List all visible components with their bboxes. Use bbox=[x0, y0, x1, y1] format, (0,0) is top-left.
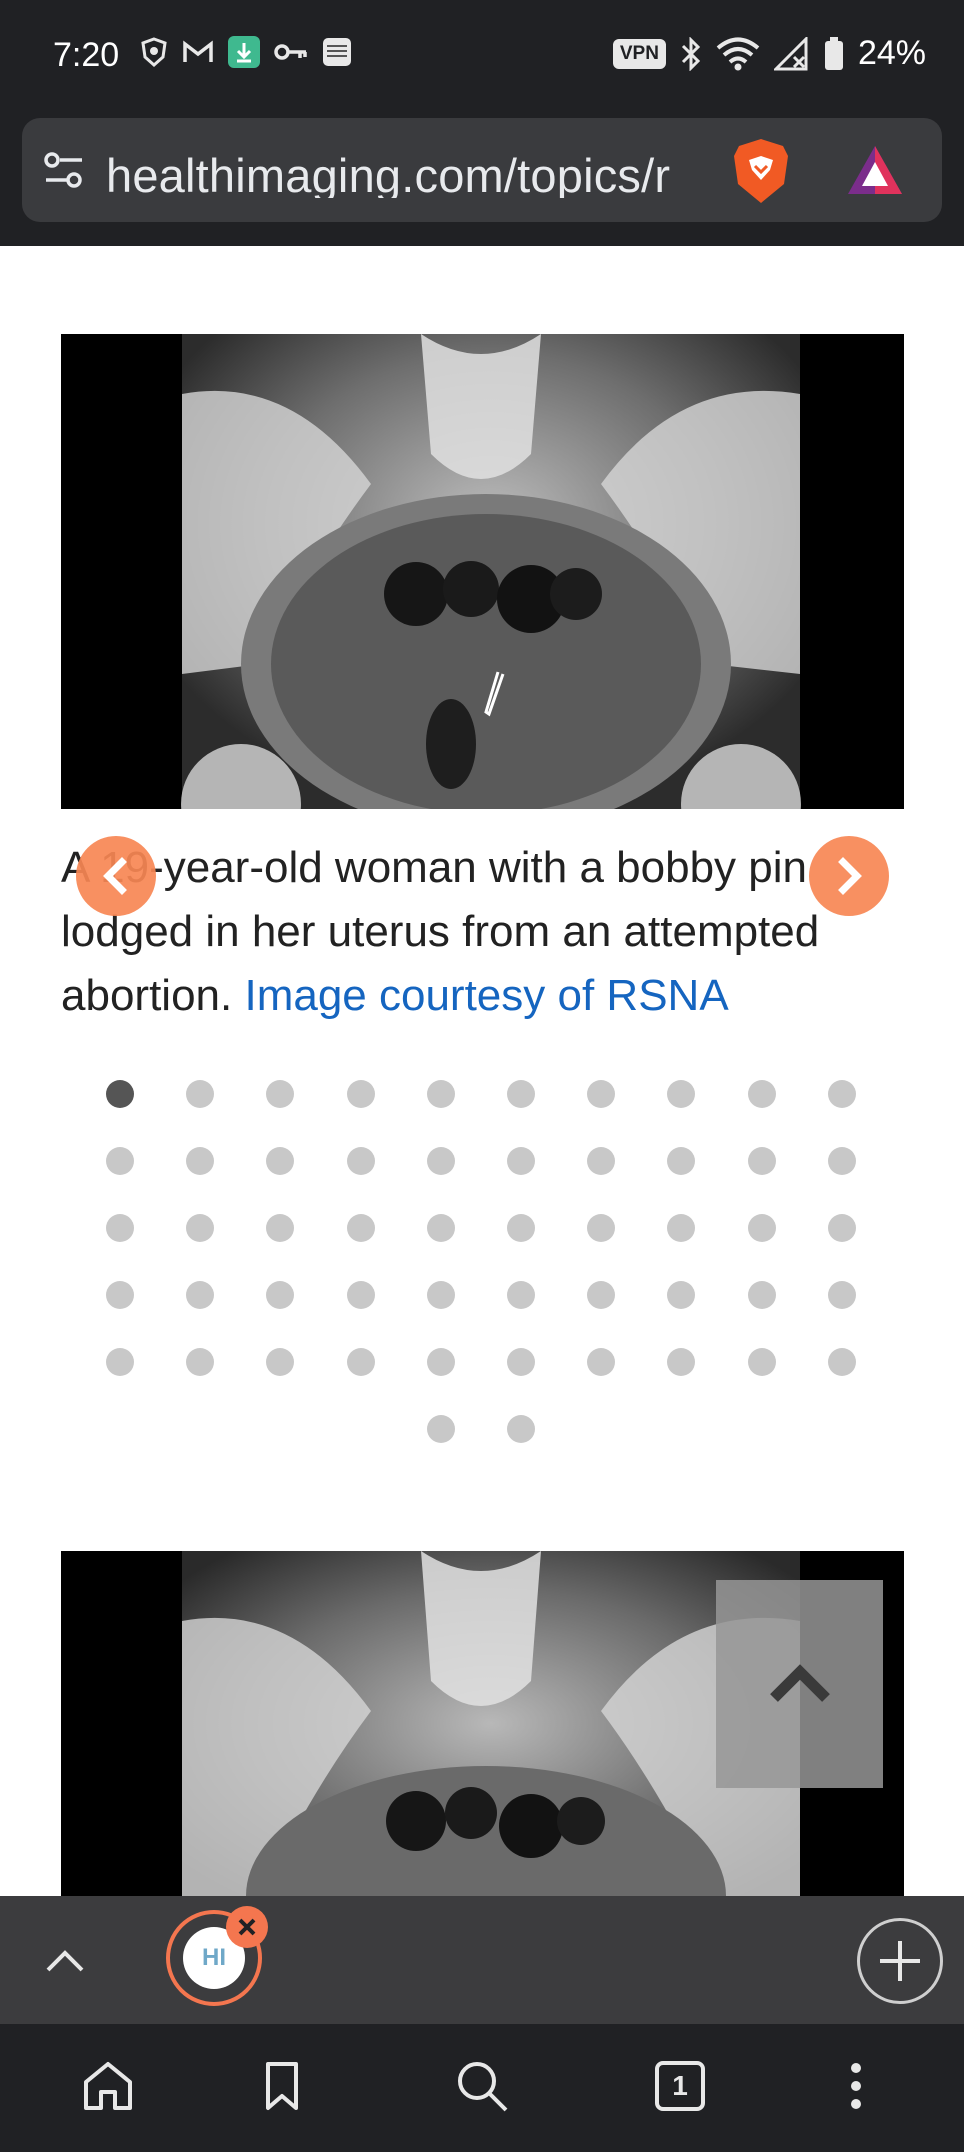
pagination-dot[interactable] bbox=[587, 1080, 616, 1108]
browser-toolbar: healthimaging.com/topics/r bbox=[0, 112, 964, 246]
chevron-right-icon bbox=[838, 857, 862, 895]
pagination-dot[interactable] bbox=[346, 1080, 375, 1108]
pagination-dot[interactable] bbox=[747, 1281, 776, 1309]
pagination-dot[interactable] bbox=[667, 1214, 696, 1242]
pagination-dot[interactable] bbox=[507, 1147, 535, 1175]
pagination-dot[interactable] bbox=[747, 1080, 776, 1108]
download-icon bbox=[228, 36, 260, 68]
pagination-dot[interactable] bbox=[667, 1348, 696, 1376]
pagination-dot[interactable] bbox=[426, 1147, 455, 1175]
brave-shield-icon bbox=[140, 37, 168, 67]
pagination-dot[interactable] bbox=[747, 1214, 776, 1242]
pagination-dot[interactable] bbox=[587, 1281, 616, 1309]
slide-image-xray bbox=[61, 334, 904, 809]
plus-icon bbox=[880, 1941, 920, 1981]
pagination-dot[interactable] bbox=[507, 1214, 535, 1242]
menu-button[interactable] bbox=[824, 2054, 888, 2118]
bookmarks-button[interactable] bbox=[250, 2054, 314, 2118]
amazon-shopper-panel-icon bbox=[322, 37, 352, 67]
pagination-dot[interactable] bbox=[507, 1348, 535, 1376]
pagination-dot[interactable] bbox=[827, 1147, 856, 1175]
no-signal-icon bbox=[773, 36, 810, 71]
pagination-dot[interactable] bbox=[747, 1147, 776, 1175]
pagination-dot-active[interactable] bbox=[106, 1080, 134, 1108]
slide-caption: A 19-year-old woman with a bobby pin lod… bbox=[61, 836, 911, 1028]
pagination-dot[interactable] bbox=[266, 1281, 295, 1309]
pagination-dot[interactable] bbox=[186, 1214, 215, 1242]
pagination-dot[interactable] bbox=[426, 1415, 455, 1443]
pagination-dot[interactable] bbox=[266, 1147, 295, 1175]
bluetooth-icon bbox=[680, 36, 702, 71]
pagination-dot[interactable] bbox=[426, 1281, 455, 1309]
new-tab-button[interactable] bbox=[857, 1918, 943, 2004]
chevron-left-icon bbox=[103, 857, 127, 895]
tab-switcher-button[interactable]: 1 bbox=[648, 2054, 712, 2118]
pagination-dot[interactable] bbox=[827, 1214, 856, 1242]
pagination-dot[interactable] bbox=[827, 1080, 856, 1108]
address-bar[interactable]: healthimaging.com/topics/r bbox=[22, 118, 942, 222]
bottom-navigation: 1 bbox=[0, 2024, 964, 2152]
status-time: 7:20 bbox=[53, 36, 120, 74]
bookmark-icon bbox=[266, 2062, 298, 2110]
pagination-dot[interactable] bbox=[587, 1147, 616, 1175]
collapse-tabs-icon[interactable] bbox=[40, 1936, 90, 1986]
pagination-dot[interactable] bbox=[346, 1348, 375, 1376]
pagination-dot[interactable] bbox=[106, 1147, 134, 1175]
next-slide-button[interactable] bbox=[809, 836, 889, 916]
pagination-dot[interactable] bbox=[507, 1080, 535, 1108]
pagination-dot[interactable] bbox=[266, 1080, 295, 1108]
pagination-dot[interactable] bbox=[266, 1348, 295, 1376]
battery-icon bbox=[824, 36, 844, 71]
close-tab-button[interactable] bbox=[226, 1906, 268, 1948]
pagination-dot[interactable] bbox=[426, 1214, 455, 1242]
pagination-dot[interactable] bbox=[266, 1214, 295, 1242]
caption-credit-link[interactable]: Image courtesy of RSNA bbox=[244, 971, 728, 1020]
search-button[interactable] bbox=[450, 2054, 514, 2118]
pagination-dot[interactable] bbox=[827, 1281, 856, 1309]
pagination-dot[interactable] bbox=[346, 1214, 375, 1242]
home-icon bbox=[84, 2062, 132, 2110]
gmail-icon bbox=[182, 39, 214, 65]
pagination-dot[interactable] bbox=[106, 1348, 134, 1376]
pagination-dot[interactable] bbox=[667, 1147, 696, 1175]
pagination-dot[interactable] bbox=[667, 1080, 696, 1108]
pagination-dot[interactable] bbox=[507, 1415, 535, 1443]
pagination-dot[interactable] bbox=[346, 1147, 375, 1175]
pagination-dot[interactable] bbox=[587, 1214, 616, 1242]
site-settings-icon[interactable] bbox=[42, 148, 86, 192]
tab-strip bbox=[0, 1896, 964, 2024]
url-text[interactable]: healthimaging.com/topics/r bbox=[106, 148, 726, 198]
search-icon bbox=[458, 2062, 508, 2112]
close-icon bbox=[238, 1918, 256, 1936]
chevron-up-icon bbox=[769, 1664, 830, 1702]
battery-percent: 24% bbox=[857, 34, 926, 72]
tab-count: 1 bbox=[655, 2061, 705, 2111]
pagination-dot[interactable] bbox=[186, 1080, 215, 1108]
pagination-dot[interactable] bbox=[106, 1214, 134, 1242]
pagination-dot[interactable] bbox=[346, 1281, 375, 1309]
vpn-badge: VPN bbox=[612, 38, 666, 69]
notification-icons bbox=[140, 36, 352, 68]
brave-rewards-icon[interactable] bbox=[844, 140, 906, 202]
pagination-dot[interactable] bbox=[106, 1281, 134, 1309]
status-bar: 7:20 VPN 24% bbox=[0, 0, 964, 112]
back-to-top-button[interactable] bbox=[716, 1580, 883, 1788]
pagination-dot[interactable] bbox=[507, 1281, 535, 1309]
pagination-dot[interactable] bbox=[426, 1348, 455, 1376]
pagination-dot[interactable] bbox=[186, 1281, 215, 1309]
pagination-dot[interactable] bbox=[667, 1281, 696, 1309]
pagination-dot[interactable] bbox=[186, 1348, 215, 1376]
home-button[interactable] bbox=[76, 2054, 140, 2118]
previous-slide-button[interactable] bbox=[76, 836, 156, 916]
brave-shields-icon[interactable] bbox=[728, 136, 794, 206]
wifi-icon bbox=[716, 37, 760, 71]
pagination-dot[interactable] bbox=[747, 1348, 776, 1376]
pagination-dot[interactable] bbox=[426, 1080, 455, 1108]
key-icon bbox=[274, 42, 308, 62]
pagination-dot[interactable] bbox=[587, 1348, 616, 1376]
system-icons: VPN 24% bbox=[612, 34, 926, 73]
more-vert-icon bbox=[851, 2063, 861, 2109]
pagination-dot[interactable] bbox=[186, 1147, 215, 1175]
pagination-dot[interactable] bbox=[827, 1348, 856, 1376]
